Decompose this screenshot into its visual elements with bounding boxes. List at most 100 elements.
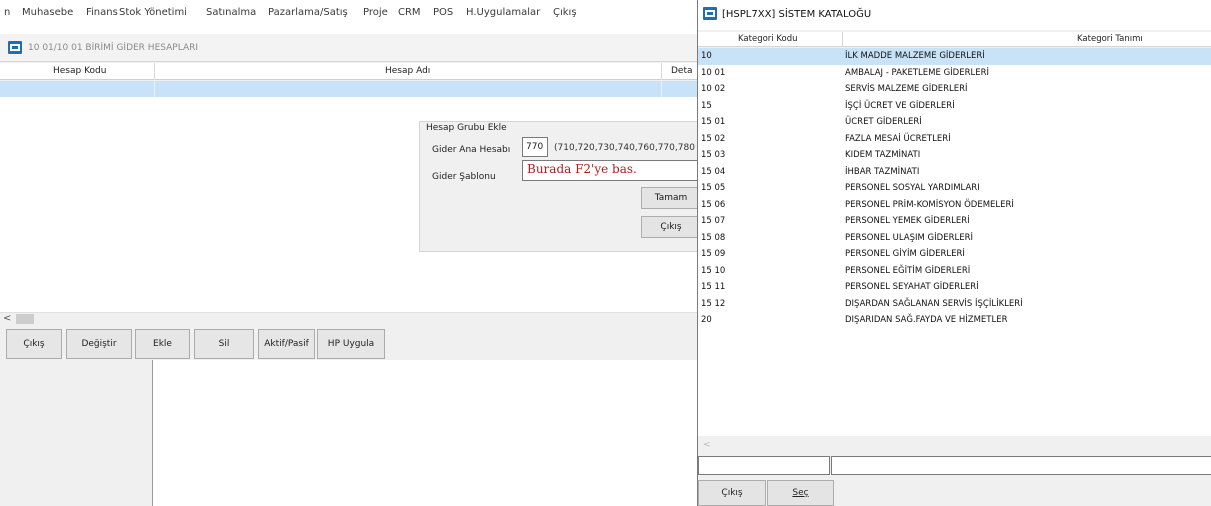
hp-uygula-button[interactable]: HP Uygula (317, 329, 385, 359)
lower-divider[interactable] (152, 360, 153, 506)
col-detay[interactable]: Deta (671, 66, 693, 76)
sil-button[interactable]: Sil (194, 329, 254, 359)
col-hesap-adi[interactable]: Hesap Adı (385, 66, 430, 76)
catalog-row-code: 15 03 (701, 150, 726, 160)
aktif-pasif-button[interactable]: Aktif/Pasif (258, 329, 315, 359)
catalog-row-code: 10 (701, 51, 712, 61)
catalog-row[interactable]: 15 02 FAZLA MESAİ ÜCRETLERİ (698, 131, 1211, 148)
catalog-row[interactable]: 15 08 PERSONEL ULAŞIM GİDERLERİ (698, 230, 1211, 247)
catalog-name-filter-input[interactable] (831, 456, 1211, 475)
catalog-row[interactable]: 15 04 İHBAR TAZMİNATI (698, 164, 1211, 181)
catalog-row-name: PERSONEL ULAŞIM GİDERLERİ (845, 232, 973, 243)
catalog-row-code: 15 09 (701, 249, 726, 259)
grid-header: Hesap Kodu Hesap Adı Deta (0, 63, 700, 80)
sec-button-label: Seç (792, 488, 809, 498)
menu-item-n[interactable]: n (4, 7, 10, 18)
catalog-row-code: 15 (701, 100, 712, 111)
grid-horizontal-scrollbar[interactable] (0, 312, 700, 326)
window-app-icon (8, 41, 22, 54)
catalog-row-name: İLK MADDE MALZEME GİDERLERİ (845, 51, 985, 61)
catalog-row-code: 15 06 (701, 199, 726, 210)
catalog-row-name: FAZLA MESAİ ÜCRETLERİ (845, 133, 951, 144)
catalog-row[interactable]: 15 10 PERSONEL EĞİTİM GİDERLERİ (698, 263, 1211, 280)
catalog-row-name: PERSONEL YEMEK GİDERLERİ (845, 216, 970, 226)
catalog-row[interactable]: 15 İŞÇİ ÜCRET VE GİDERLERİ (698, 98, 1211, 115)
catalog-row[interactable]: 10 İLK MADDE MALZEME GİDERLERİ (698, 48, 1211, 65)
catalog-row-name: DIŞARDAN SAĞLANAN SERVİS İŞÇİLİKLERİ (845, 298, 1023, 309)
scroll-left-arrow-icon[interactable]: < (703, 440, 711, 450)
lower-detail-area (153, 360, 700, 506)
catalog-row[interactable]: 15 11 PERSONEL SEYAHAT GİDERLERİ (698, 279, 1211, 296)
menu-item-pazarlama[interactable]: Pazarlama/Satış (268, 7, 348, 18)
catalog-row-name: PERSONEL SOSYAL YARDIMLARI (845, 183, 980, 193)
catalog-row[interactable]: 15 03 KIDEM TAZMİNATI (698, 147, 1211, 164)
col-kategori-kodu[interactable]: Kategori Kodu (738, 34, 797, 44)
menu-item-pos[interactable]: POS (433, 7, 453, 18)
catalog-row[interactable]: 20 DIŞARIDAN SAĞ.FAYDA VE HİZMETLER (698, 312, 1211, 329)
menu-item-cikis[interactable]: Çıkış (553, 7, 577, 18)
main-window-title: 10 01/10 01 BİRİMİ GİDER HESAPLARI (28, 43, 199, 53)
tamam-button[interactable]: Tamam (641, 187, 700, 209)
catalog-sec-button[interactable]: Seç (767, 480, 834, 506)
catalog-horizontal-scrollbar[interactable] (698, 436, 1211, 454)
catalog-cikis-button[interactable]: Çıkış (698, 480, 766, 506)
ana-hesap-list-text: (710,720,730,740,760,770,780 (554, 143, 695, 153)
catalog-header-divider (842, 32, 843, 47)
catalog-row-code: 15 12 (701, 298, 726, 309)
catalog-row-code: 15 05 (701, 183, 726, 193)
catalog-row-name: AMBALAJ - PAKETLEME GİDERLERİ (845, 67, 989, 78)
catalog-row-code: 15 11 (701, 282, 726, 292)
scroll-thumb[interactable] (16, 314, 34, 324)
catalog-row[interactable]: 15 12 DIŞARDAN SAĞLANAN SERVİS İŞÇİLİKLER… (698, 296, 1211, 313)
catalog-row-code: 10 02 (701, 84, 726, 94)
catalog-row-name: ÜCRET GİDERLERİ (845, 117, 922, 127)
catalog-row[interactable]: 15 07 PERSONEL YEMEK GİDERLERİ (698, 213, 1211, 230)
catalog-row[interactable]: 15 09 PERSONEL GİYİM GİDERLERİ (698, 246, 1211, 263)
ekle-button[interactable]: Ekle (135, 329, 190, 359)
catalog-row-name: İŞÇİ ÜCRET VE GİDERLERİ (845, 100, 955, 111)
catalog-row-code: 10 01 (701, 67, 726, 78)
catalog-row-code: 15 04 (701, 166, 726, 177)
catalog-row[interactable]: 10 01 AMBALAJ - PAKETLEME GİDERLERİ (698, 65, 1211, 82)
catalog-row-name: KIDEM TAZMİNATI (845, 150, 921, 160)
scroll-left-arrow-icon[interactable]: < (3, 313, 11, 324)
catalog-grid-header: Kategori Kodu Kategori Tanımı (698, 32, 1211, 47)
catalog-title: [HSPL7XX] SİSTEM KATALOĞU (722, 9, 872, 20)
catalog-row-name: DIŞARIDAN SAĞ.FAYDA VE HİZMETLER (845, 315, 1008, 325)
catalog-row-code: 20 (701, 315, 712, 325)
catalog-row[interactable]: 15 01 ÜCRET GİDERLERİ (698, 114, 1211, 131)
catalog-row[interactable]: 15 05 PERSONEL SOSYAL YARDIMLARI (698, 180, 1211, 197)
menu-item-satinalma[interactable]: Satınalma (206, 7, 256, 18)
catalog-row-name: PERSONEL PRİM-KOMİSYON ÖDEMELERİ (845, 199, 1014, 210)
degistir-button[interactable]: Değiştir (66, 329, 132, 359)
gider-ana-hesabi-input[interactable]: 770 (522, 137, 548, 157)
sablon-hint-text: Burada F2'ye bas. (527, 162, 637, 176)
grid-selected-row[interactable] (0, 81, 700, 97)
catalog-row-code: 15 01 (701, 117, 726, 127)
menu-item-proje[interactable]: Proje (363, 7, 388, 18)
catalog-row-code: 15 07 (701, 216, 726, 226)
catalog-row[interactable]: 10 02 SERVİS MALZEME GİDERLERİ (698, 81, 1211, 98)
catalog-row-name: SERVİS MALZEME GİDERLERİ (845, 84, 968, 94)
catalog-row-code: 15 10 (701, 265, 726, 276)
catalog-row-name: İHBAR TAZMİNATI (845, 166, 920, 177)
gider-ana-hesabi-label: Gider Ana Hesabı (432, 145, 511, 155)
catalog-row-name: PERSONEL SEYAHAT GİDERLERİ (845, 282, 979, 292)
cikis-button[interactable]: Çıkış (6, 329, 62, 359)
col-hesap-kodu[interactable]: Hesap Kodu (53, 66, 106, 76)
catalog-row-code: 15 02 (701, 133, 726, 144)
menu-item-huygulamalar[interactable]: H.Uygulamalar (466, 7, 540, 18)
catalog-row-name: PERSONEL EĞİTİM GİDERLERİ (845, 265, 971, 276)
menu-item-muhasebe[interactable]: Muhasebe (22, 7, 73, 18)
catalog-row-code: 15 08 (701, 232, 726, 243)
menu-item-finans[interactable]: Finans (86, 7, 118, 18)
groupbox-title: Hesap Grubu Ekle (424, 123, 509, 133)
catalog-row-name: PERSONEL GİYİM GİDERLERİ (845, 249, 965, 259)
col-kategori-tanimi[interactable]: Kategori Tanımı (1077, 34, 1143, 44)
menu-item-crm[interactable]: CRM (398, 7, 421, 18)
catalog-row[interactable]: 15 06 PERSONEL PRİM-KOMİSYON ÖDEMELERİ (698, 197, 1211, 214)
catalog-code-filter-input[interactable] (698, 456, 830, 475)
gider-sablonu-label: Gider Şablonu (432, 172, 496, 182)
group-cikis-button[interactable]: Çıkış (641, 216, 700, 238)
menu-item-stok[interactable]: Stok Yönetimi (119, 7, 187, 18)
